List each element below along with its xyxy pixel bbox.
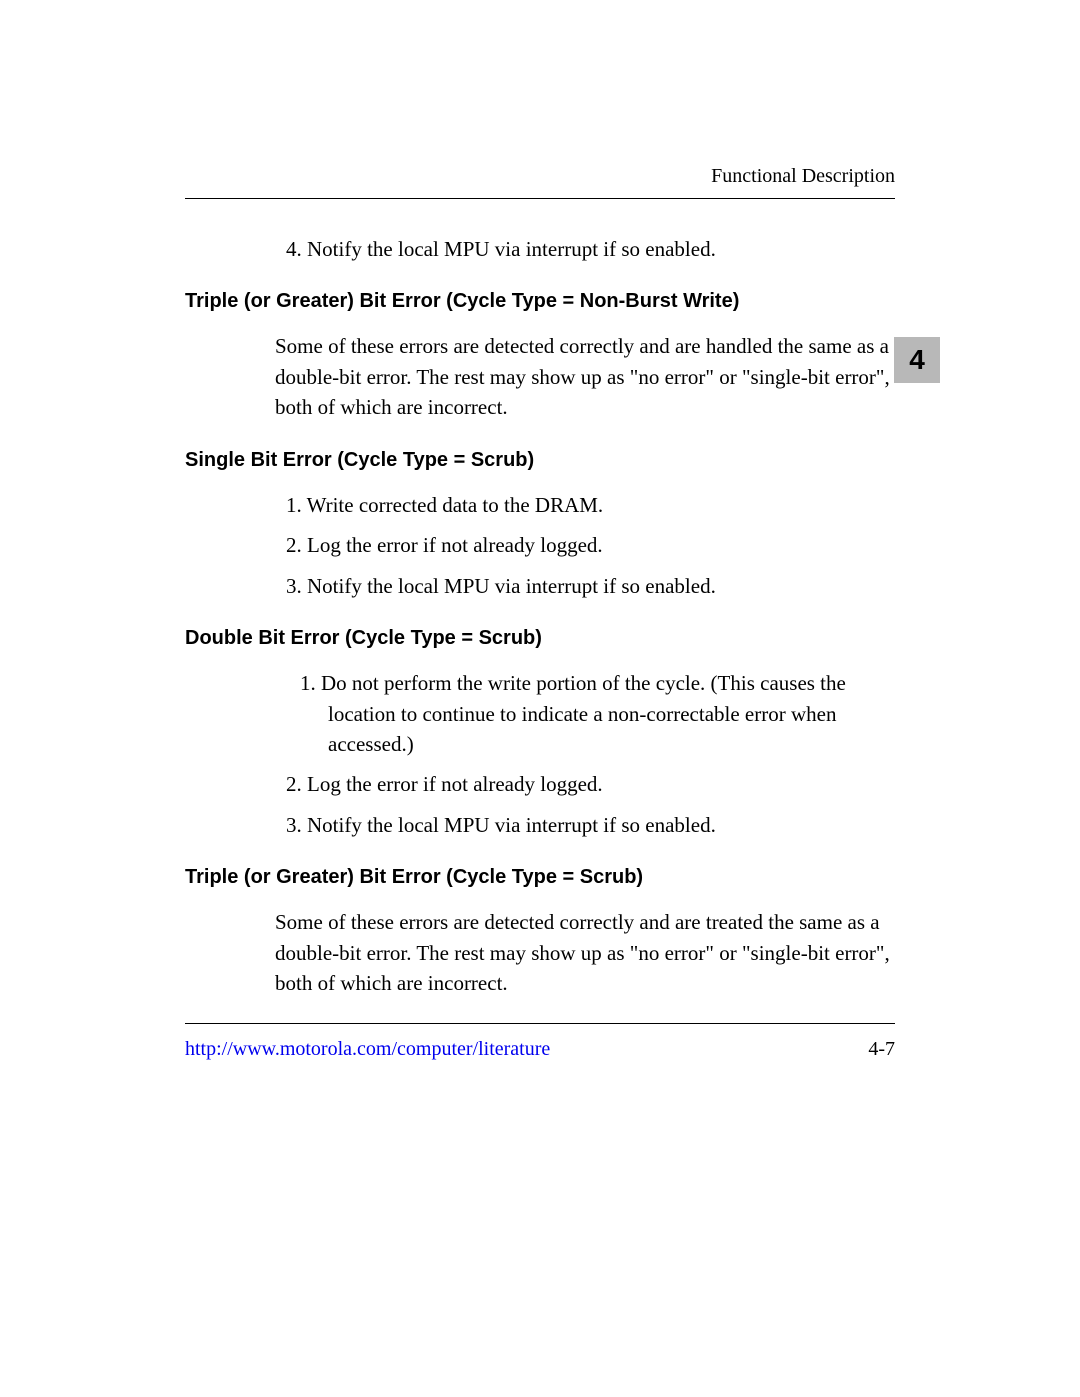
list-item: 2. Log the error if not already logged. xyxy=(300,769,895,799)
page-content: 4. Notify the local MPU via interrupt if… xyxy=(185,234,895,999)
list-item: 1. Write corrected data to the DRAM. xyxy=(300,490,895,520)
section-heading-single-scrub: Single Bit Error (Cycle Type = Scrub) xyxy=(185,449,895,472)
page-footer: http://www.motorola.com/computer/literat… xyxy=(185,1023,895,1397)
running-header: Functional Description xyxy=(185,165,895,188)
section-heading-triple-nonburst: Triple (or Greater) Bit Error (Cycle Typ… xyxy=(185,290,895,313)
section-heading-triple-scrub: Triple (or Greater) Bit Error (Cycle Typ… xyxy=(185,866,895,889)
list-item: 3. Notify the local MPU via interrupt if… xyxy=(300,810,895,840)
chapter-tab: 4 xyxy=(894,337,940,383)
list-item: 3. Notify the local MPU via interrupt if… xyxy=(300,571,895,601)
list-item: 2. Log the error if not already logged. xyxy=(300,530,895,560)
body-paragraph: Some of these errors are detected correc… xyxy=(275,331,895,422)
section-heading-double-scrub: Double Bit Error (Cycle Type = Scrub) xyxy=(185,627,895,650)
header-rule xyxy=(185,198,895,199)
page-number: 4-7 xyxy=(868,1038,895,1061)
footer-link[interactable]: http://www.motorola.com/computer/literat… xyxy=(185,1038,550,1061)
list-item: 1. Do not perform the write portion of t… xyxy=(300,668,895,759)
list-item: 4. Notify the local MPU via interrupt if… xyxy=(300,234,895,264)
footer-rule xyxy=(185,1023,895,1024)
body-paragraph: Some of these errors are detected correc… xyxy=(275,907,895,998)
